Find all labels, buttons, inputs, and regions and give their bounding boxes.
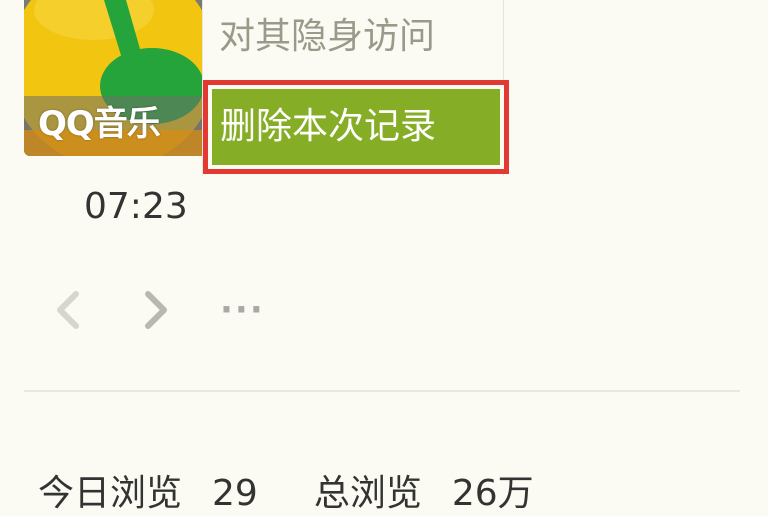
- hide-visit-menu-item[interactable]: 对其隐身访问: [203, 6, 503, 68]
- more-button[interactable]: ···: [220, 282, 265, 338]
- delete-record-menu-item[interactable]: 删除本次记录: [203, 80, 509, 174]
- chevron-right-icon: [145, 291, 167, 329]
- context-menu: 对其隐身访问 删除本次记录: [202, 0, 509, 176]
- next-page-button[interactable]: [136, 282, 176, 338]
- visit-time: 07:23: [84, 186, 188, 227]
- divider: [24, 390, 740, 392]
- chevron-left-icon: [57, 291, 79, 329]
- app-name: QQ音乐: [38, 104, 161, 144]
- today-views-label: 今日浏览: [38, 473, 183, 514]
- visit-stats: 今日浏览 29 总浏览 26万: [38, 464, 534, 516]
- total-views-label: 总浏览: [313, 473, 422, 514]
- qq-music-app-tile[interactable]: QQ音乐: [24, 0, 202, 156]
- today-views-value: 29: [212, 473, 258, 514]
- total-views-value: 26万: [451, 473, 534, 514]
- prev-page-button[interactable]: [48, 282, 88, 338]
- delete-record-label: 删除本次记录: [212, 89, 500, 165]
